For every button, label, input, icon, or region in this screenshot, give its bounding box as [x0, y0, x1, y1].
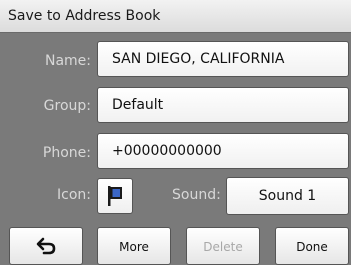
more-button[interactable]: More	[97, 227, 171, 265]
done-button[interactable]: Done	[275, 227, 349, 265]
group-label: Group:	[43, 98, 91, 114]
back-arrow-icon	[36, 237, 56, 255]
icon-selector[interactable]	[97, 178, 133, 214]
name-field[interactable]: SAN DIEGO, CALIFORNIA	[97, 41, 349, 77]
phone-label: Phone:	[42, 145, 91, 161]
save-to-address-book-dialog: Save to Address Book Name: SAN DIEGO, CA…	[0, 0, 351, 265]
back-button[interactable]	[9, 227, 83, 265]
sound-selector[interactable]: Sound 1	[226, 177, 349, 215]
phone-field[interactable]: +00000000000	[97, 133, 349, 169]
group-field[interactable]: Default	[97, 87, 349, 123]
dialog-title: Save to Address Book	[8, 8, 161, 24]
title-bar: Save to Address Book	[0, 0, 351, 33]
icon-label: Icon:	[57, 187, 91, 203]
sound-label: Sound:	[172, 187, 221, 203]
flag-icon	[108, 186, 122, 206]
name-label: Name:	[44, 53, 91, 69]
delete-button[interactable]: Delete	[186, 227, 260, 265]
